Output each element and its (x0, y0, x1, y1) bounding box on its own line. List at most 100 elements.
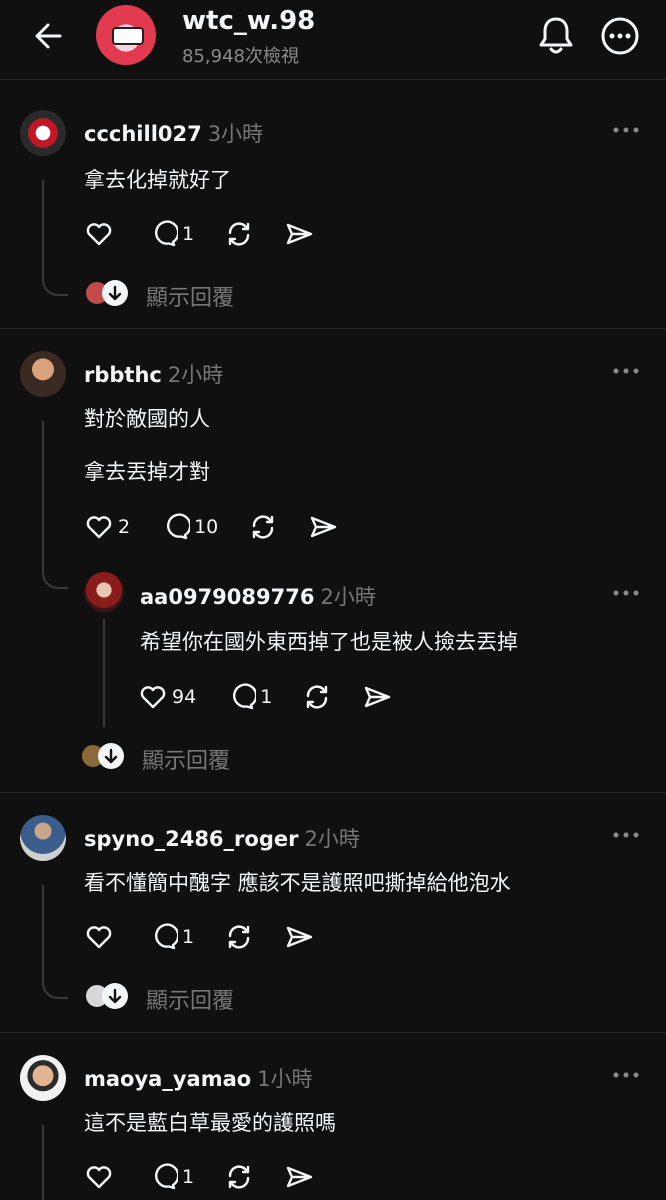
like-button[interactable]: 94 (138, 681, 196, 713)
thread-line (42, 973, 68, 999)
reply-button[interactable]: 10 (160, 511, 218, 543)
action-bar: 94 1 (138, 681, 422, 713)
show-replies-button[interactable] (102, 280, 128, 306)
bell-icon (539, 17, 573, 54)
notification-button[interactable] (536, 14, 576, 56)
comment-username[interactable]: spyno_2486_roger 2小時 (84, 823, 360, 853)
heart-icon (86, 516, 112, 539)
avatar[interactable] (20, 815, 66, 861)
profile-name[interactable]: wtc_w.98 (182, 6, 315, 36)
like-button[interactable] (84, 921, 118, 953)
reply-count: 1 (182, 1166, 195, 1188)
comment-username[interactable]: maoya_yamao 1小時 (84, 1063, 313, 1093)
reply-count: 1 (260, 686, 273, 708)
share-button[interactable] (362, 681, 392, 713)
send-icon (311, 516, 337, 538)
reply-time: 2小時 (320, 585, 376, 609)
show-replies-link[interactable]: 顯示回覆 (146, 983, 234, 1015)
avatar[interactable] (20, 351, 66, 397)
comment-icon (155, 923, 178, 950)
avatar[interactable] (96, 5, 156, 65)
share-button[interactable] (308, 511, 338, 543)
thread-line (42, 885, 44, 975)
back-button[interactable] (30, 18, 70, 54)
like-button[interactable] (84, 1161, 118, 1193)
comment-text: 拿去丟掉才對 (84, 460, 210, 484)
like-count: 94 (172, 686, 197, 708)
comment-icon (155, 220, 178, 247)
send-icon (286, 1166, 313, 1188)
like-button[interactable]: 2 (84, 511, 130, 543)
arrow-down-icon (108, 285, 122, 301)
action-bar: 1 (84, 1161, 344, 1193)
avatar[interactable] (84, 572, 124, 612)
comment-icon (167, 513, 191, 540)
more-icon[interactable] (612, 830, 640, 840)
avatar[interactable] (20, 110, 66, 156)
reply-button[interactable]: 1 (148, 1161, 194, 1193)
repost-button[interactable] (224, 921, 254, 953)
more-icon[interactable] (612, 1070, 640, 1080)
reply-text: 希望你在國外東西掉了也是被人撿去丟掉 (140, 630, 518, 654)
repost-icon (228, 925, 250, 949)
show-replies-link[interactable]: 顯示回覆 (146, 280, 234, 312)
top-bar: wtc_w.98 85,948次檢視 (0, 0, 666, 80)
thread-line (42, 1125, 44, 1200)
thread-line (42, 180, 44, 272)
comment-text: 看不懂簡中醜字 應該不是護照吧撕掉給他泡水 (84, 871, 511, 895)
like-button[interactable] (84, 218, 118, 250)
reply-username[interactable]: aa0979089776 2小時 (140, 581, 376, 611)
repost-button[interactable] (224, 1161, 254, 1193)
comment-username[interactable]: ccchill027 3小時 (84, 118, 263, 148)
comment-icon (155, 1163, 178, 1190)
repost-button[interactable] (224, 218, 254, 250)
avatar[interactable] (20, 1055, 66, 1101)
arrow-down-icon (104, 748, 118, 764)
action-bar: 2 10 (84, 511, 368, 543)
comment-item: spyno_2486_roger 2小時 看不懂簡中醜字 應該不是護照吧撕掉給他泡… (0, 793, 666, 1031)
send-icon (286, 926, 313, 948)
send-icon (286, 223, 313, 245)
reply-button[interactable]: 1 (148, 218, 194, 250)
comment-item: ccchill027 3小時 拿去化掉就好了 1 顯示回覆 (0, 90, 666, 330)
action-bar: 1 (84, 921, 344, 953)
repost-icon (253, 515, 274, 539)
repost-button[interactable] (248, 511, 278, 543)
more-icon[interactable] (612, 366, 640, 376)
comment-text: 這不是藍白草最愛的護照嗎 (84, 1111, 336, 1135)
show-replies-button[interactable] (98, 743, 124, 769)
thread-line (42, 421, 44, 565)
comment-item: rbbthc 2小時 對於敵國的人 拿去丟掉才對 2 10 aa097908977… (0, 329, 666, 789)
show-replies-button[interactable] (102, 983, 128, 1009)
comment-time: 3小時 (207, 122, 264, 146)
like-count: 2 (118, 516, 131, 538)
comment-time: 2小時 (167, 363, 224, 387)
share-button[interactable] (284, 218, 314, 250)
comment-text: 對於敵國的人 (84, 407, 210, 431)
share-button[interactable] (284, 1161, 314, 1193)
reply-button[interactable]: 1 (226, 681, 272, 713)
send-icon (365, 686, 391, 708)
comment-text: 拿去化掉就好了 (84, 168, 231, 192)
reply-count: 1 (182, 926, 195, 948)
thread-line (42, 270, 68, 296)
arrow-left-icon (35, 23, 62, 49)
comment-username[interactable]: rbbthc 2小時 (84, 359, 223, 389)
thread-line (103, 619, 105, 727)
heart-icon (86, 1166, 112, 1189)
thread-line (42, 563, 68, 589)
reply-count: 1 (182, 223, 195, 245)
more-icon[interactable] (612, 125, 640, 135)
view-count: 85,948次檢視 (182, 46, 299, 67)
comment-time: 2小時 (304, 827, 360, 851)
repost-button[interactable] (302, 681, 332, 713)
repost-icon (228, 1165, 250, 1189)
share-button[interactable] (284, 921, 314, 953)
repost-icon (307, 685, 328, 709)
more-icon[interactable] (612, 588, 640, 598)
more-options-button[interactable] (600, 16, 640, 56)
show-replies-link[interactable]: 顯示回覆 (142, 743, 230, 775)
more-icon (601, 17, 639, 55)
comment-item: maoya_yamao 1小時 這不是藍白草最愛的護照嗎 1 (0, 1033, 666, 1200)
reply-button[interactable]: 1 (148, 921, 194, 953)
